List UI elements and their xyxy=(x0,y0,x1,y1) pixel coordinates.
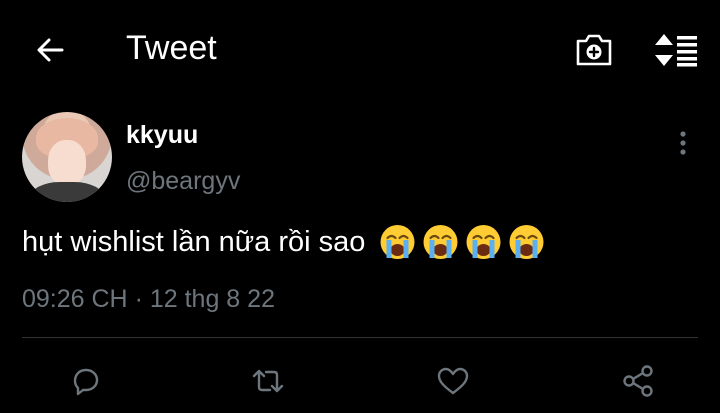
camera-plus-icon xyxy=(574,32,614,68)
tweet-date: 12 thg 8 22 xyxy=(149,285,275,313)
like-button[interactable] xyxy=(431,359,475,403)
emoji-group xyxy=(377,222,547,262)
avatar-face xyxy=(48,140,86,186)
action-bar xyxy=(0,355,720,403)
share-button[interactable] xyxy=(616,359,660,403)
arrow-left-icon xyxy=(34,34,66,66)
more-options-button[interactable] xyxy=(670,128,696,158)
user-handle[interactable]: @beargyv xyxy=(126,166,240,196)
tweet-time: 09:26 CH xyxy=(22,285,128,313)
tweet-body: hụt wishlist lần nữa rồi sao xyxy=(22,220,547,264)
avatar[interactable] xyxy=(22,112,112,202)
retweet-icon xyxy=(248,365,288,397)
display-name[interactable]: kkyuu xyxy=(126,120,198,150)
loudly-crying-face-emoji xyxy=(509,225,544,259)
more-vertical-icon xyxy=(678,130,688,156)
avatar-body xyxy=(30,182,104,202)
camera-button[interactable] xyxy=(572,28,616,72)
sort-icon xyxy=(653,32,699,68)
loudly-crying-face-emoji xyxy=(423,225,458,259)
retweet-button[interactable] xyxy=(246,359,290,403)
reply-button[interactable] xyxy=(64,359,108,403)
tweet-timestamp: 09:26 CH · 12 thg 8 22 xyxy=(22,284,275,314)
tweet-text: hụt wishlist lần nữa rồi sao xyxy=(22,226,366,258)
loudly-crying-face-emoji xyxy=(466,225,501,259)
heart-icon xyxy=(435,365,471,397)
app-header: Tweet xyxy=(0,0,720,96)
page-title: Tweet xyxy=(126,29,217,67)
back-button[interactable] xyxy=(30,30,70,70)
share-icon xyxy=(620,364,656,398)
divider xyxy=(22,337,698,338)
sort-button[interactable] xyxy=(651,28,701,72)
timestamp-separator: · xyxy=(134,285,143,313)
reply-icon xyxy=(69,365,103,397)
loudly-crying-face-emoji xyxy=(380,225,415,259)
